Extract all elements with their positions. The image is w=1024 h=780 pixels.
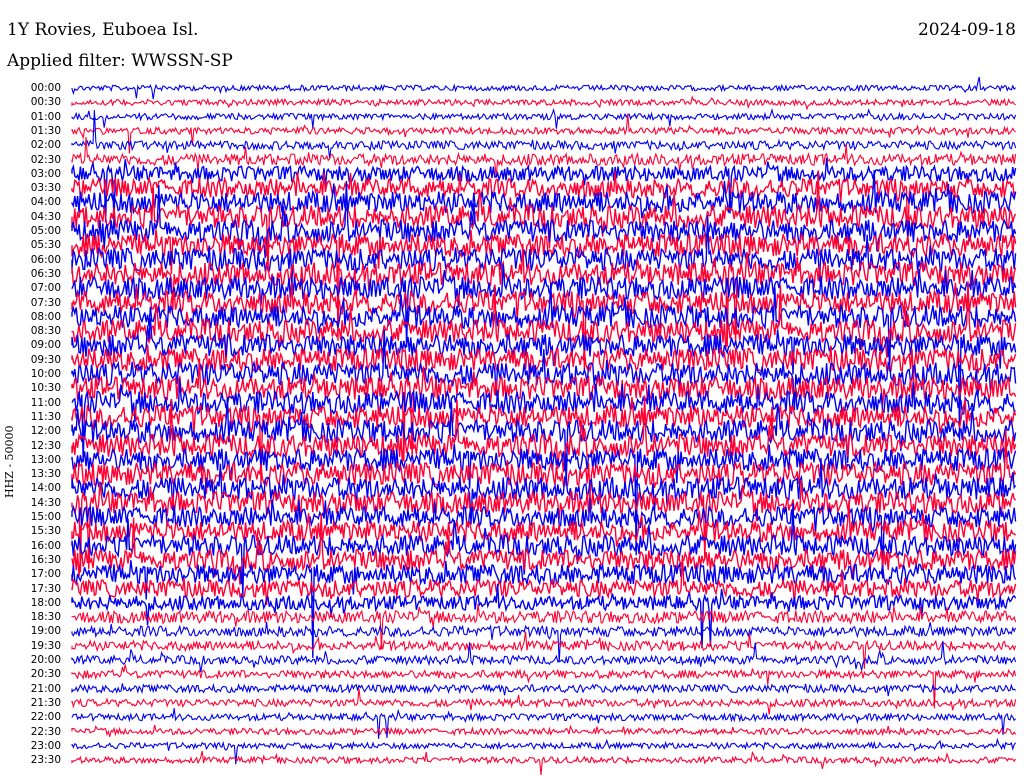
trace-row	[71, 583, 1017, 649]
trace-row	[71, 682, 1016, 697]
trace-row	[71, 750, 1017, 776]
trace-row	[71, 95, 1016, 111]
helicorder-plot	[71, 76, 1017, 776]
trace-row	[71, 76, 1017, 100]
trace-row	[71, 640, 1017, 673]
trace-row	[71, 107, 1017, 129]
trace-row	[71, 503, 1017, 596]
trace-row	[71, 708, 1017, 739]
trace-row	[71, 724, 1017, 737]
